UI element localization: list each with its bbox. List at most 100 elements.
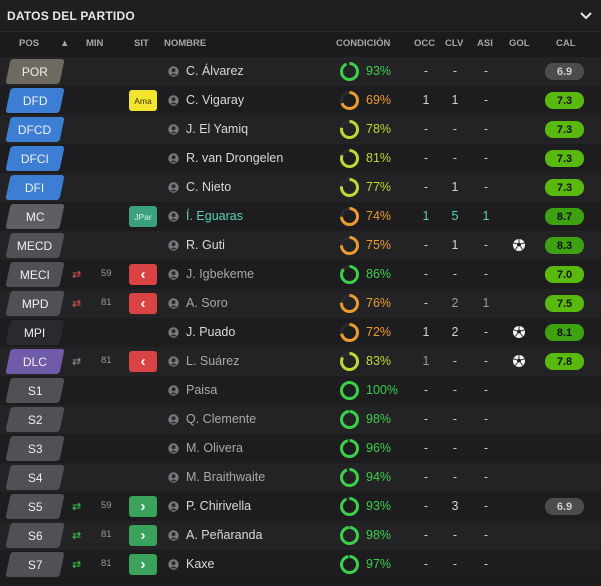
player-row[interactable]: S2 Q. Clemente 98% - - -: [0, 405, 601, 434]
stat-asi: 1: [482, 296, 490, 310]
rating-badge: 7.3: [545, 179, 584, 196]
player-row[interactable]: S1 Paisa 100% - - -: [0, 376, 601, 405]
person-icon: [168, 472, 179, 483]
player-row[interactable]: POR C. Álvarez 93% - - - 6.9: [0, 57, 601, 86]
player-row[interactable]: DFCI R. van Drongelen 81% - - - 7.3: [0, 144, 601, 173]
position-label: MPD: [21, 296, 49, 311]
col-header-clv[interactable]: CLV: [445, 38, 463, 49]
subbed-on-button[interactable]: ›: [129, 496, 157, 517]
player-row[interactable]: S7 ⇄ 81 › Kaxe 97% - - -: [0, 550, 601, 579]
position-badge: S1: [5, 378, 65, 403]
player-row[interactable]: S3 M. Olivera 96% - - -: [0, 434, 601, 463]
player-name[interactable]: J. Puado: [186, 325, 235, 339]
player-name[interactable]: Paisa: [186, 383, 217, 397]
player-row[interactable]: MPI J. Puado 72% 1 2 - 8.1: [0, 318, 601, 347]
stat-clv: -: [452, 470, 458, 484]
player-name[interactable]: R. Guti: [186, 238, 225, 252]
stat-asi: -: [483, 238, 489, 252]
condition-percent: 77%: [366, 180, 392, 194]
stat-clv: -: [452, 122, 458, 136]
player-name[interactable]: Í. Eguaras: [186, 209, 243, 223]
condition-ring: [339, 148, 360, 169]
position-label: MECD: [17, 238, 53, 253]
stat-occ: -: [423, 441, 429, 455]
player-name[interactable]: L. Suárez: [186, 354, 240, 368]
substitution-minute: 59: [101, 500, 112, 511]
player-row[interactable]: DFCD J. El Yamiq 78% - - - 7.3: [0, 115, 601, 144]
position-label: S5: [27, 499, 43, 514]
player-name[interactable]: R. van Drongelen: [186, 151, 283, 165]
person-icon: [168, 269, 179, 280]
person-icon: [168, 211, 179, 222]
col-header-occ[interactable]: OCC: [414, 38, 435, 49]
player-row[interactable]: MECD R. Guti 75% - 1 - 8.3: [0, 231, 601, 260]
col-header-pos[interactable]: POS: [19, 38, 39, 49]
collapse-chevron-icon[interactable]: [578, 8, 594, 23]
condition-ring: [339, 467, 360, 488]
position-badge: MC: [5, 204, 65, 229]
stat-clv: -: [452, 557, 458, 571]
condition-percent: 98%: [366, 412, 392, 426]
player-name[interactable]: M. Olivera: [186, 441, 243, 455]
panel-header: DATOS DEL PARTIDO: [0, 0, 601, 32]
player-row[interactable]: DLC ⇄ 81 ‹ L. Suárez 83% 1 - - 7.8: [0, 347, 601, 376]
stat-clv: -: [452, 151, 458, 165]
player-row[interactable]: S4 M. Braithwaite 94% - - -: [0, 463, 601, 492]
player-row[interactable]: MPD ⇄ 81 ‹ A. Soro 76% - 2 1 7.5: [0, 289, 601, 318]
football-icon: [512, 325, 526, 339]
position-badge: DLC: [5, 349, 65, 374]
col-header-min[interactable]: MIN: [86, 38, 103, 49]
substitution-minute: 81: [101, 297, 112, 308]
player-row[interactable]: DFD Ama C. Vigaray 69% 1 1 - 7.3: [0, 86, 601, 115]
subbed-off-button[interactable]: ‹: [129, 351, 157, 372]
subbed-on-button[interactable]: ›: [129, 554, 157, 575]
col-header-asi[interactable]: ASI: [477, 38, 493, 49]
condition-ring: [339, 554, 360, 575]
player-name[interactable]: C. Nieto: [186, 180, 231, 194]
col-header-sit[interactable]: SIT: [134, 38, 149, 49]
position-badge: S2: [5, 407, 65, 432]
subbed-off-button[interactable]: ‹: [129, 264, 157, 285]
stat-asi: -: [483, 151, 489, 165]
stat-occ: -: [423, 383, 429, 397]
condition-percent: 100%: [366, 383, 398, 397]
position-label: MC: [25, 209, 45, 224]
condition-percent: 98%: [366, 528, 392, 542]
subbed-off-button[interactable]: ‹: [129, 293, 157, 314]
player-row[interactable]: MECI ⇄ 59 ‹ J. Igbekeme 86% - - - 7.0: [0, 260, 601, 289]
player-name[interactable]: Kaxe: [186, 557, 215, 571]
player-name[interactable]: Q. Clemente: [186, 412, 256, 426]
condition-percent: 69%: [366, 93, 392, 107]
stat-clv: -: [452, 267, 458, 281]
stat-clv: 1: [451, 93, 459, 107]
player-row[interactable]: S5 ⇄ 59 › P. Chirivella 93% - 3 - 6.9: [0, 492, 601, 521]
rating-badge: 7.3: [545, 121, 584, 138]
player-name[interactable]: P. Chirivella: [186, 499, 251, 513]
position-label: S3: [27, 441, 43, 456]
player-name[interactable]: M. Braithwaite: [186, 470, 265, 484]
player-name[interactable]: C. Álvarez: [186, 64, 244, 78]
player-name[interactable]: C. Vigaray: [186, 93, 244, 107]
player-name[interactable]: A. Peñaranda: [186, 528, 262, 542]
col-header-condicion[interactable]: CONDICIÓN: [336, 38, 390, 49]
col-header-cal[interactable]: CAL: [556, 38, 576, 49]
col-header-gol[interactable]: GOL: [509, 38, 530, 49]
position-label: S7: [27, 557, 43, 572]
subbed-on-button[interactable]: ›: [129, 525, 157, 546]
player-row[interactable]: S6 ⇄ 81 › A. Peñaranda 98% - - -: [0, 521, 601, 550]
condition-ring: [339, 525, 360, 546]
sort-ascending-icon[interactable]: ▲: [60, 38, 69, 49]
col-header-nombre[interactable]: NOMBRE: [164, 38, 206, 49]
player-row[interactable]: MC JPar Í. Eguaras 74% 1 5 1 8.7: [0, 202, 601, 231]
stat-occ: 1: [422, 93, 430, 107]
player-name[interactable]: A. Soro: [186, 296, 228, 310]
condition-ring: [339, 90, 360, 111]
condition-percent: 72%: [366, 325, 392, 339]
player-row[interactable]: DFI C. Nieto 77% - 1 - 7.3: [0, 173, 601, 202]
position-badge: DFCI: [5, 146, 65, 171]
player-name[interactable]: J. El Yamiq: [186, 122, 248, 136]
substitution-minute: 59: [101, 268, 112, 279]
player-name[interactable]: J. Igbekeme: [186, 267, 254, 281]
stat-clv: -: [452, 441, 458, 455]
position-label: DFD: [22, 93, 48, 108]
